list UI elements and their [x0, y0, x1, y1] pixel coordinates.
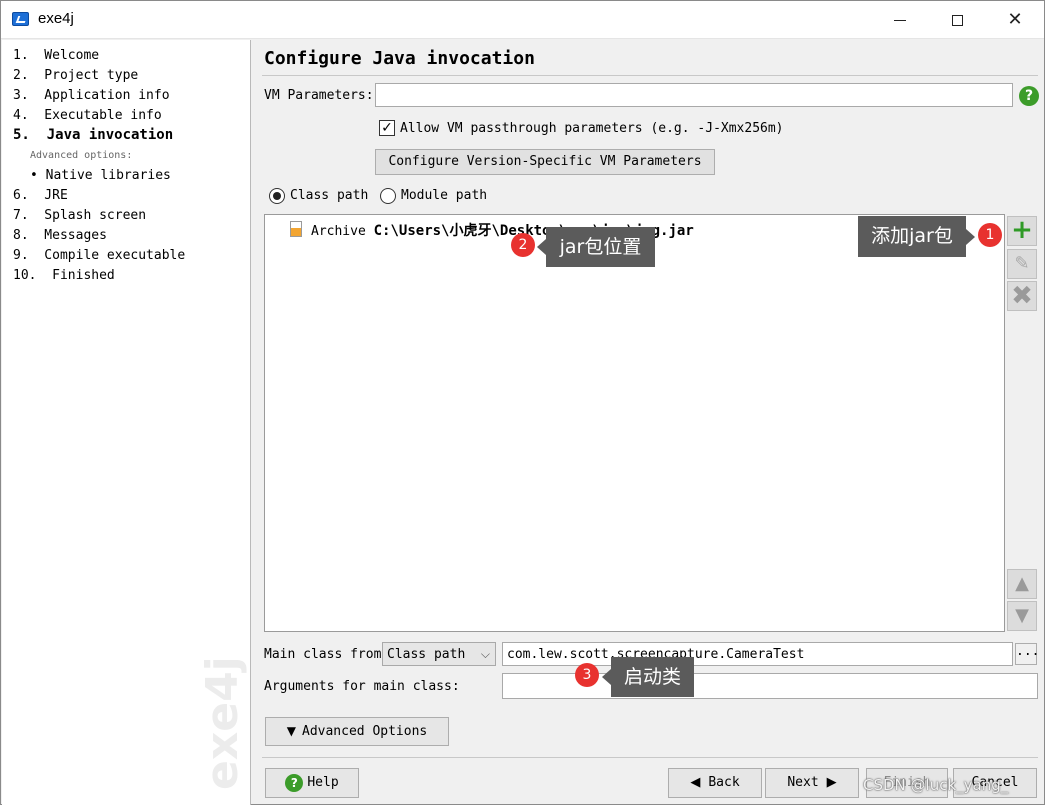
allow-passthrough-checkbox[interactable]: ✓	[379, 120, 395, 136]
step-compile-executable[interactable]: 9. Compile executable	[13, 248, 185, 263]
chevron-down-icon: ▼	[1015, 605, 1029, 626]
annotation-add-jar: 添加jar包	[858, 216, 966, 257]
help-button-label: Help	[307, 775, 339, 790]
step-executable-info[interactable]: 4. Executable info	[13, 108, 162, 123]
step-finished[interactable]: 10. Finished	[13, 268, 115, 283]
annotation-arrow	[602, 669, 611, 685]
add-entry-button[interactable]: +	[1007, 216, 1037, 246]
triangle-left-icon: ◀	[690, 775, 701, 790]
edit-icon: ✎	[1014, 253, 1030, 274]
maximize-icon	[951, 15, 963, 26]
title-bar: exe4j ✕	[1, 1, 1044, 39]
step-native-libraries[interactable]: • Native libraries	[30, 168, 171, 183]
page-title: Configure Java invocation	[264, 48, 535, 69]
step-messages[interactable]: 8. Messages	[13, 228, 107, 243]
annotation-number-1: 1	[978, 223, 1002, 247]
module-path-radio-label[interactable]: Module path	[401, 188, 487, 203]
vm-parameters-label: VM Parameters:	[264, 88, 374, 103]
help-icon[interactable]: ?	[1019, 86, 1039, 106]
triangle-right-icon: ▶	[826, 775, 837, 790]
annotation-number-3: 3	[575, 663, 599, 687]
configure-version-specific-button[interactable]: Configure Version-Specific VM Parameters	[375, 149, 715, 175]
remove-icon: ✖	[1011, 281, 1033, 311]
remove-entry-button[interactable]: ✖	[1007, 281, 1037, 311]
next-button[interactable]: Next ▶	[765, 768, 859, 798]
allow-passthrough-label: Allow VM passthrough parameters (e.g. -J…	[400, 121, 784, 136]
footer-divider	[262, 757, 1038, 758]
browse-main-class-button[interactable]: ...	[1015, 643, 1039, 665]
checkmark-icon: ✓	[381, 120, 393, 136]
heading-divider	[262, 75, 1038, 76]
help-icon: ?	[285, 773, 304, 792]
next-button-label: Next	[787, 775, 819, 790]
back-button-label: Back	[708, 775, 740, 790]
step-welcome[interactable]: 1. Welcome	[13, 48, 99, 63]
minimize-button[interactable]	[871, 1, 929, 39]
main-class-input[interactable]: com.lew.scott.screencapture.CameraTest	[502, 642, 1013, 666]
minimize-icon	[894, 20, 906, 21]
jar-archive-icon	[290, 221, 302, 237]
step-jre[interactable]: 6. JRE	[13, 188, 68, 203]
exe4j-watermark: exe4j	[197, 656, 248, 790]
close-button[interactable]: ✕	[986, 1, 1044, 39]
csdn-credit-watermark: CSDN @luck_yang_	[863, 776, 1009, 794]
move-down-button[interactable]: ▼	[1007, 601, 1037, 631]
maximize-button[interactable]	[928, 1, 986, 39]
main-class-from-label: Main class from	[264, 647, 382, 662]
class-path-radio-label[interactable]: Class path	[290, 188, 368, 203]
close-icon: ✕	[1007, 9, 1023, 30]
annotation-number-2: 2	[511, 233, 535, 257]
advanced-options-label: Advanced Options	[302, 724, 428, 739]
archive-label: Archive	[311, 224, 366, 239]
advanced-options-button[interactable]: ▼ Advanced Options	[265, 717, 449, 746]
window-title: exe4j	[38, 10, 74, 27]
step-java-invocation[interactable]: 5. Java invocation	[13, 127, 173, 143]
step-project-type[interactable]: 2. Project type	[13, 68, 138, 83]
annotation-startup-class: 启动类	[611, 657, 694, 697]
annotation-jar-location: jar包位置	[546, 227, 655, 267]
arguments-label: Arguments for main class:	[264, 679, 460, 694]
class-path-list[interactable]: Archive C:\Users\小虎牙\Desktop\exe\jpg\jpg…	[264, 214, 1005, 632]
module-path-radio[interactable]	[380, 188, 396, 204]
edit-entry-button[interactable]: ✎	[1007, 249, 1037, 279]
exe4j-window: exe4j ✕ 1. Welcome 2. Project type 3. Ap…	[0, 0, 1045, 805]
wizard-steps-sidebar: 1. Welcome 2. Project type 3. Applicatio…	[2, 40, 251, 805]
help-button[interactable]: ? Help	[265, 768, 359, 798]
advanced-options-label: Advanced options:	[30, 150, 133, 161]
chevron-up-icon: ▲	[1015, 573, 1029, 594]
triangle-down-icon: ▼	[286, 724, 296, 738]
class-path-radio[interactable]	[269, 188, 285, 204]
annotation-arrow	[966, 229, 975, 245]
main-class-source-value: Class path	[387, 647, 466, 662]
back-button[interactable]: ◀ Back	[668, 768, 762, 798]
move-up-button[interactable]: ▲	[1007, 569, 1037, 599]
chevron-down-icon: ⌵	[480, 647, 490, 661]
exe4j-app-icon	[12, 12, 29, 26]
plus-icon: +	[1011, 215, 1033, 245]
step-application-info[interactable]: 3. Application info	[13, 88, 170, 103]
annotation-arrow	[537, 239, 546, 255]
main-class-source-select[interactable]: Class path ⌵	[382, 642, 496, 666]
vm-parameters-input[interactable]	[375, 83, 1013, 107]
step-splash-screen[interactable]: 7. Splash screen	[13, 208, 146, 223]
